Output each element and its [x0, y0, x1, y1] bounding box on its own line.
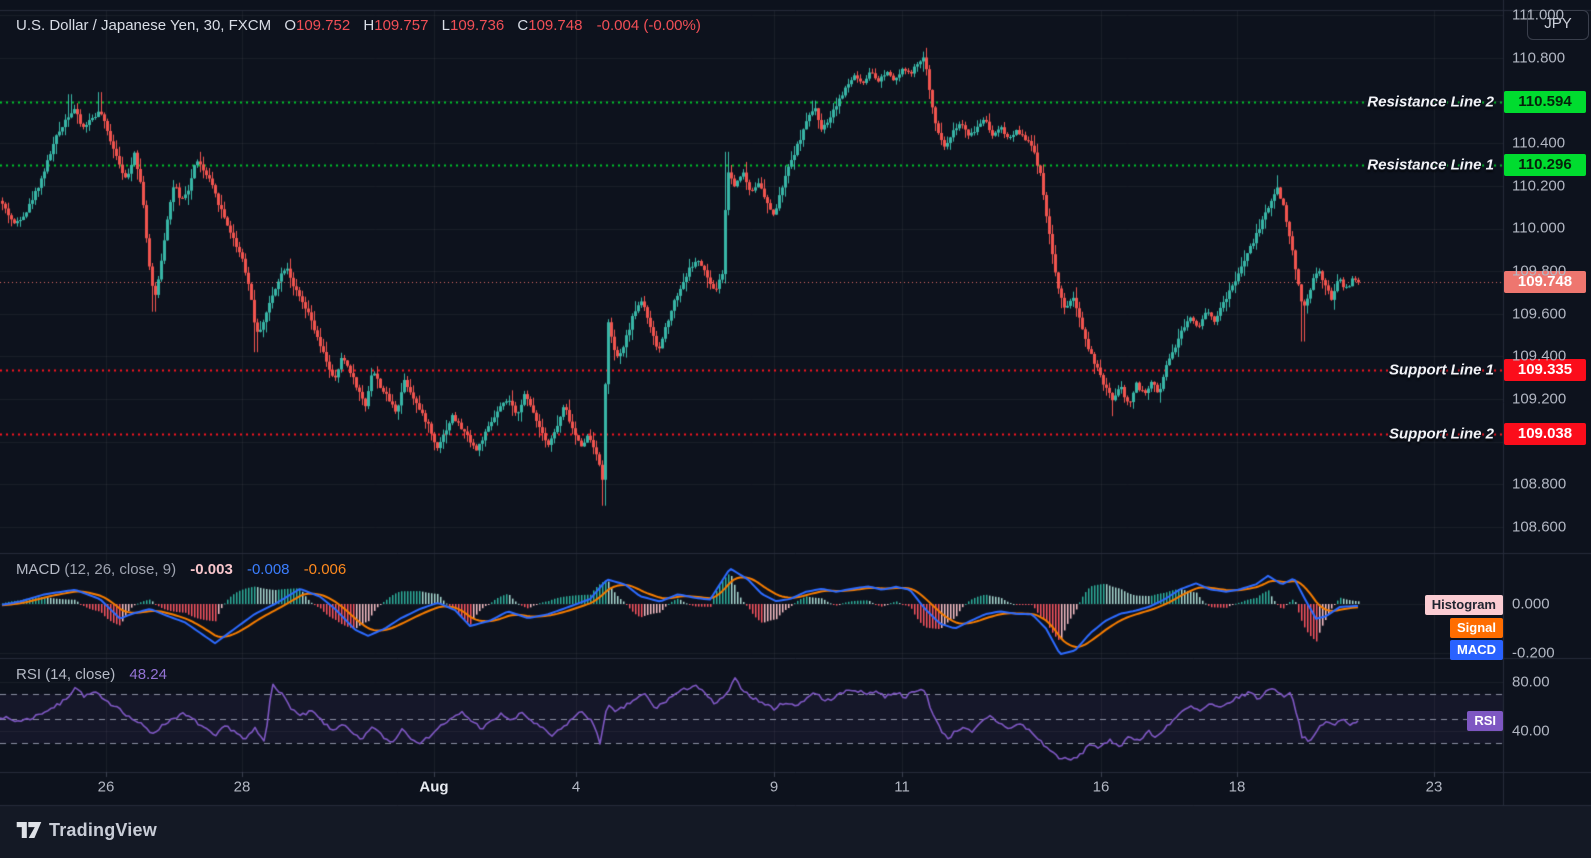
price-tick-label: 111.000 [1512, 6, 1564, 24]
price-tick-label: 110.200 [1512, 177, 1566, 195]
high-label: H [363, 17, 375, 34]
time-tick-label: Aug [419, 778, 449, 796]
price-tick-label: 109.800 [1512, 262, 1567, 280]
rsi-scale-flag: RSI [1467, 710, 1503, 731]
high-value: 109.757 [374, 17, 429, 34]
support-line-1-label[interactable]: Support Line 1 [1389, 362, 1494, 379]
resistance-line-1-label[interactable]: Resistance Line 1 [1367, 157, 1494, 174]
histogram-scale-flag: Histogram [1424, 595, 1503, 615]
rsi-legend[interactable]: RSI (14, close) 48.24 [16, 666, 167, 683]
resistance-line-2-label[interactable]: Resistance Line 2 [1367, 93, 1494, 110]
price-tick-label: 108.800 [1512, 475, 1567, 493]
rsi-title: RSI (14, close) [16, 666, 116, 683]
close-label: C [517, 17, 529, 34]
price-tick-label: 109.400 [1512, 347, 1567, 365]
price-tick-label: 110.400 [1512, 134, 1566, 152]
macd-legend[interactable]: MACD (12, 26, close, 9) -0.003 -0.008 -0… [16, 561, 346, 578]
macd-params: (12, 26, close, 9) [64, 561, 177, 578]
support-line-2-label[interactable]: Support Line 2 [1389, 425, 1494, 442]
time-tick-label: 9 [769, 778, 779, 796]
macd-tick-label: 0.000 [1512, 595, 1550, 613]
tradingview-chart-window: U.S. Dollar / Japanese Yen, 30, FXCM O10… [0, 0, 1591, 858]
resistance-line-2-price-flag: 110.594 [1504, 90, 1586, 113]
symbol-title: U.S. Dollar / Japanese Yen, 30, FXCM [16, 17, 272, 34]
tradingview-logo-icon [16, 822, 42, 838]
macd-scale-flag: MACD [1450, 640, 1503, 660]
rsi-tick-label: 40.00 [1512, 722, 1550, 740]
price-tick-label: 109.200 [1512, 390, 1567, 408]
time-tick-label: 23 [1425, 778, 1443, 796]
macd-tick-label: -0.200 [1512, 644, 1555, 662]
close-value: 109.748 [528, 17, 583, 34]
open-value: 109.752 [295, 17, 351, 34]
chart-canvas[interactable] [0, 0, 1591, 858]
low-label: L [441, 17, 450, 34]
low-value: 109.736 [449, 17, 505, 34]
resistance-line-1-price-flag: 110.296 [1504, 154, 1586, 177]
time-tick-label: 11 [894, 778, 910, 796]
tradingview-branding[interactable]: TradingView [16, 817, 157, 843]
time-tick-label: 4 [571, 778, 581, 796]
macd-line-value: -0.008 [246, 561, 290, 578]
time-tick-label: 18 [1228, 778, 1246, 796]
price-tick-label: 109.600 [1512, 305, 1567, 323]
macd-title: MACD [16, 561, 61, 578]
change-value: -0.004 (-0.00%) [596, 17, 701, 34]
price-tick-label: 110.000 [1512, 219, 1566, 237]
tradingview-logo-text: TradingView [49, 819, 157, 840]
price-tick-label: 110.800 [1512, 49, 1566, 67]
time-tick-label: 28 [233, 778, 251, 796]
price-tick-label: 108.600 [1512, 518, 1567, 536]
rsi-value: 48.24 [129, 666, 167, 683]
open-label: O [284, 17, 296, 34]
time-tick-label: 16 [1092, 778, 1110, 796]
time-tick-label: 26 [97, 778, 115, 796]
signal-scale-flag: Signal [1449, 618, 1503, 638]
symbol-legend[interactable]: U.S. Dollar / Japanese Yen, 30, FXCM O10… [16, 17, 701, 34]
rsi-tick-label: 80.00 [1512, 673, 1550, 691]
support-line-2-price-flag: 109.038 [1504, 422, 1586, 445]
macd-signal-value: -0.006 [303, 561, 347, 578]
macd-hist-value: -0.003 [190, 561, 233, 578]
